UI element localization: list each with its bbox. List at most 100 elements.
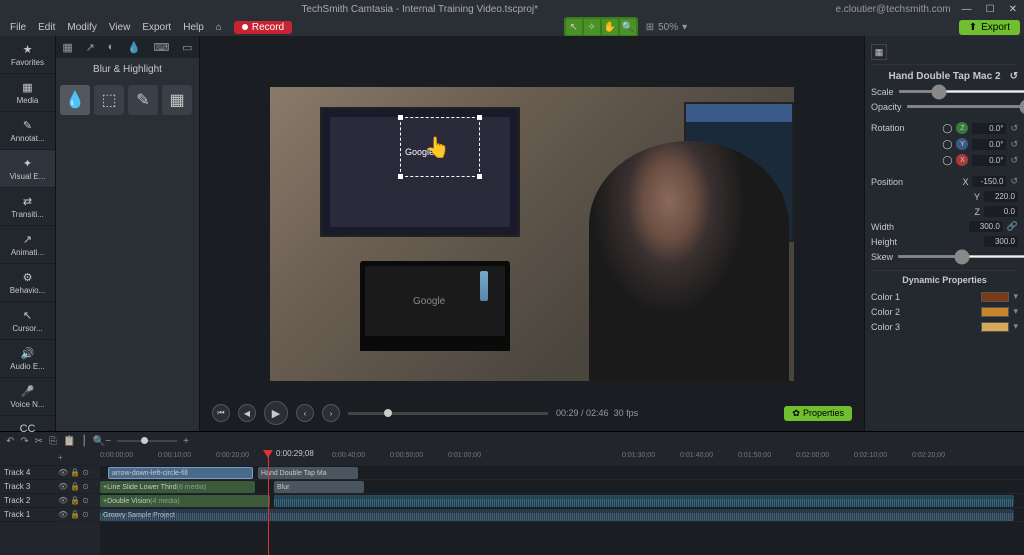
reset-icon[interactable]: ↺	[1010, 155, 1018, 166]
position-y-value[interactable]: 220.0	[984, 191, 1018, 202]
home-icon[interactable]: ⌂	[210, 22, 228, 33]
track-row[interactable]: Groovy Sample Project	[100, 508, 1024, 522]
tool-tab-4[interactable]: 💧	[127, 41, 141, 54]
color-swatch[interactable]	[981, 292, 1009, 302]
zoom-value[interactable]: 50%	[658, 22, 678, 33]
pixelate-tool[interactable]: ▦	[162, 85, 192, 115]
sidebar-annotations[interactable]: ✎Annotat...	[0, 112, 55, 150]
menu-file[interactable]: File	[4, 22, 32, 33]
blur-tool[interactable]: 💧	[60, 85, 90, 115]
axis-z-icon[interactable]: Z	[956, 122, 968, 134]
track-row[interactable]: + Line Slide Lower Third (8 media) Blur	[100, 480, 1024, 494]
resize-handle[interactable]	[398, 174, 403, 179]
rotation-y-value[interactable]: 0.0°	[972, 139, 1006, 150]
step-fwd-button[interactable]: ‹	[296, 404, 314, 422]
magnify-tool-icon[interactable]: 🔍	[620, 19, 636, 35]
maximize-icon[interactable]: ☐	[983, 4, 998, 15]
chevron-down-icon[interactable]: ▾	[1013, 291, 1018, 302]
sidebar-voice[interactable]: 🎤Voice N...	[0, 378, 55, 416]
zoom-out-icon[interactable]: 🔍−	[93, 436, 111, 447]
resize-handle[interactable]	[398, 115, 403, 120]
select-tool-icon[interactable]: ↖	[566, 19, 582, 35]
position-z-value[interactable]: 0.0	[984, 206, 1018, 217]
step-back-button[interactable]: ◀	[238, 404, 256, 422]
tool-tab-3[interactable]: ◐	[108, 41, 115, 53]
paste-icon[interactable]: 📋	[63, 436, 75, 447]
playhead[interactable]	[268, 450, 269, 555]
height-value[interactable]: 300.0	[984, 236, 1018, 247]
color-swatch[interactable]	[981, 307, 1009, 317]
minimize-icon[interactable]: —	[959, 4, 975, 15]
play-button[interactable]: ▶	[264, 401, 288, 425]
menu-modify[interactable]: Modify	[61, 22, 102, 33]
clip-video[interactable]	[274, 495, 1014, 507]
tool-tab-2[interactable]: ↗	[86, 41, 95, 54]
reset-icon[interactable]: ↺	[1010, 139, 1018, 150]
zoom-control[interactable]: ⊞ 50% ▾	[646, 22, 687, 33]
menu-export[interactable]: Export	[136, 22, 177, 33]
sidebar-behaviors[interactable]: ⚙Behavio...	[0, 264, 55, 302]
zoom-reset-icon[interactable]: ⊞	[646, 22, 654, 33]
properties-button[interactable]: ✿ Properties	[784, 406, 852, 421]
rotate-ring-icon[interactable]: ◯	[942, 139, 952, 150]
reset-icon[interactable]: ↺	[1010, 123, 1018, 134]
color-swatch[interactable]	[981, 322, 1009, 332]
magnet-icon[interactable]: ⊙	[82, 468, 89, 477]
split-icon[interactable]: ⎮	[82, 436, 87, 447]
lock-icon[interactable]: 🔒	[70, 496, 80, 505]
rotate-ring-icon[interactable]: ◯	[942, 123, 952, 134]
track-label[interactable]: Track 2	[0, 494, 56, 508]
eye-icon[interactable]: 👁	[58, 482, 68, 491]
sidebar-media[interactable]: ▦Media	[0, 74, 55, 112]
rotation-z-value[interactable]: 0.0°	[972, 123, 1006, 134]
zoom-in-icon[interactable]: +	[183, 436, 189, 447]
chevron-down-icon[interactable]: ▾	[682, 22, 687, 33]
sidebar-favorites[interactable]: ★Favorites	[0, 36, 55, 74]
skew-slider[interactable]	[897, 255, 1024, 258]
opacity-slider[interactable]	[906, 105, 1024, 108]
playback-slider[interactable]	[348, 412, 548, 415]
redo-icon[interactable]: ↷	[20, 436, 28, 447]
chevron-down-icon[interactable]: ▾	[1013, 321, 1018, 332]
link-icon[interactable]: 🔗	[1007, 221, 1018, 232]
resize-handle[interactable]	[477, 115, 482, 120]
sidebar-transitions[interactable]: ⇄Transiti...	[0, 188, 55, 226]
axis-y-icon[interactable]: Y	[956, 138, 968, 150]
cut-icon[interactable]: ✂	[35, 436, 43, 447]
add-track-icon[interactable]: +	[58, 453, 63, 462]
clip[interactable]: + Line Slide Lower Third (8 media)	[100, 481, 255, 493]
track-label[interactable]: Track 3	[0, 480, 56, 494]
chevron-down-icon[interactable]: ▾	[1013, 306, 1018, 317]
close-icon[interactable]: ✕	[1006, 4, 1020, 15]
lock-icon[interactable]: 🔒	[70, 510, 80, 519]
next-clip-button[interactable]: ›	[322, 404, 340, 422]
eye-icon[interactable]: 👁	[58, 510, 68, 519]
clip-selected[interactable]: arrow-down-left-circle-fill	[108, 467, 253, 479]
lock-icon[interactable]: 🔒	[70, 468, 80, 477]
sidebar-audio[interactable]: 🔊Audio E...	[0, 340, 55, 378]
position-x-value[interactable]: -150.0	[972, 176, 1006, 187]
clip-audio[interactable]: Groovy Sample Project	[100, 509, 1014, 521]
track-label[interactable]: Track 4	[0, 466, 56, 480]
axis-x-icon[interactable]: X	[956, 154, 968, 166]
rotate-ring-icon[interactable]: ◯	[942, 155, 952, 166]
scale-slider[interactable]	[898, 90, 1024, 93]
menu-view[interactable]: View	[103, 22, 137, 33]
sidebar-cursor[interactable]: ↖Cursor...	[0, 302, 55, 340]
reset-icon[interactable]: ↺	[1010, 176, 1018, 187]
crop-tool-icon[interactable]: ✧	[584, 19, 600, 35]
prev-clip-button[interactable]: ⏮	[212, 404, 230, 422]
sidebar-visual-effects[interactable]: ✦Visual E...	[0, 150, 55, 188]
export-button[interactable]: ⬆ Export	[959, 20, 1020, 35]
reset-icon[interactable]: ↺	[1010, 71, 1018, 82]
clip[interactable]: Hand Double Tap Ma	[258, 467, 358, 479]
rotation-x-value[interactable]: 0.0°	[972, 155, 1006, 166]
resize-handle[interactable]	[477, 174, 482, 179]
track-row[interactable]: arrow-down-left-circle-fill Hand Double …	[100, 466, 1024, 480]
sidebar-animations[interactable]: ↗Animati...	[0, 226, 55, 264]
magnet-icon[interactable]: ⊙	[82, 482, 89, 491]
tool-tab-6[interactable]: ▭	[182, 41, 192, 54]
undo-icon[interactable]: ↶	[6, 436, 14, 447]
magnet-icon[interactable]: ⊙	[82, 510, 89, 519]
record-button[interactable]: Record	[234, 21, 292, 34]
